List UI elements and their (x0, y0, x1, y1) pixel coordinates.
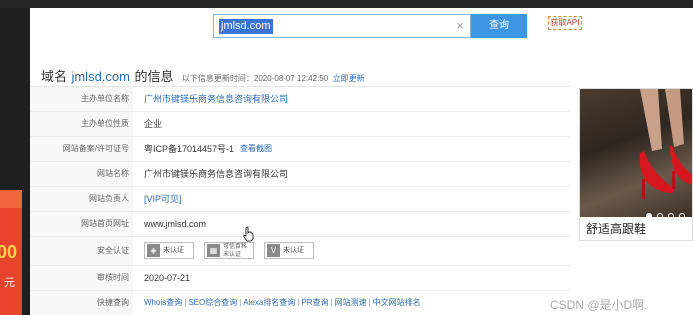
updated-time: 以下信息更新时间：2020-08-07 12:42:50 (181, 74, 329, 83)
badge-text-2: 未认证 (223, 252, 242, 258)
separator: | (368, 298, 371, 307)
high-heel-illustration (639, 89, 692, 199)
speed-test-link[interactable]: 网站测速 (335, 298, 367, 307)
row-label: 主办单位性质 (30, 112, 133, 136)
ad-banner[interactable]: 舒适高跟鞋 (579, 88, 693, 241)
separator: | (297, 298, 300, 307)
homepage-url-value: www.jmlsd.com (144, 219, 207, 229)
seo-link[interactable]: SEO综合查询 (188, 298, 237, 307)
row-homepage-url: 网站首页网址 www.jmlsd.com (30, 212, 570, 237)
chinese-rank-link[interactable]: 中文网站排名 (373, 298, 421, 307)
heading-suffix: 的信息 (134, 69, 174, 84)
carousel-dots[interactable] (646, 206, 690, 217)
carousel-dot[interactable] (668, 213, 674, 217)
heading-prefix: 域名 (41, 69, 68, 84)
separator: | (239, 298, 242, 307)
carousel-dot[interactable] (679, 213, 685, 217)
row-quick-query: 快捷查询 Whois查询 | SEO综合查询 | Alexa排名查询 | PR查询 | 网站测速… (30, 291, 570, 315)
row-label: 快捷查询 (30, 291, 133, 315)
row-security-cert: 安全认证 ◈ 未认证 ▦ 可信百科 未认证 V 未认证 (30, 237, 570, 266)
quick-links: Whois查询 | SEO综合查询 | Alexa排名查询 | PR查询 | 网站测速 | 中文网站… (144, 291, 421, 315)
left-ad-number: 00 (0, 242, 18, 262)
row-label: 安全认证 (30, 237, 133, 265)
badge-text: 未认证 (163, 247, 184, 254)
hand-cursor-icon (243, 226, 254, 242)
search-button[interactable]: 查询 (471, 14, 527, 38)
row-label: 网站名称 (30, 162, 133, 186)
shield-icon: ◈ (147, 244, 160, 257)
carousel-dot[interactable] (646, 213, 652, 217)
row-site-owner: 网站负责人 [VIP可见] (30, 187, 570, 212)
left-side-ad[interactable]: 00 元 (0, 190, 22, 315)
refresh-link[interactable]: 立即更新 (333, 74, 365, 83)
row-label: 网站备案/许可证号 (30, 137, 133, 161)
baike-badge[interactable]: ▦ 可信百科 未认证 (204, 242, 254, 259)
carousel-dot[interactable] (657, 213, 663, 217)
sponsor-name-link[interactable]: 广州市键镁乐商务信息咨询有限公司 (144, 87, 288, 111)
row-site-name: 网站名称 广州市键镁乐商务信息咨询有限公司 (30, 162, 570, 187)
csdn-watermark: CSDN @是小D啊. (550, 298, 648, 312)
domain-heading: 域名 jmlsd.com 的信息 以下信息更新时间：2020-08-07 12:… (41, 66, 365, 86)
pr-link[interactable]: PR查询 (301, 298, 328, 307)
sponsor-type-value: 企业 (144, 119, 163, 129)
get-api-button[interactable]: 获取API (548, 16, 582, 30)
ad-image[interactable] (580, 89, 692, 217)
heading-domain[interactable]: jmlsd.com (71, 69, 130, 84)
vip-visible-link[interactable]: [VIP可见] (144, 187, 182, 211)
badge-text: 未认证 (283, 247, 304, 254)
v-badge[interactable]: V 未认证 (264, 242, 314, 259)
row-label: 网站负责人 (30, 187, 133, 211)
icp-license-value: 粤ICP备17014457号-1 (144, 144, 235, 154)
browser-top-strip (0, 0, 693, 8)
baike-icon: ▦ (207, 244, 220, 257)
row-label: 网站首页网址 (30, 212, 133, 236)
separator: | (330, 298, 333, 307)
ad-caption[interactable]: 舒适高跟鞋 (586, 220, 646, 237)
clear-icon[interactable]: × (456, 18, 464, 34)
view-screenshot-link[interactable]: 查看截图 (240, 137, 272, 161)
row-label: 审核时间 (30, 266, 133, 290)
site-name-value: 广州市键镁乐商务信息咨询有限公司 (144, 169, 289, 179)
v-icon: V (267, 244, 280, 257)
search-input-value[interactable]: jmlsd.com (219, 19, 273, 34)
whois-link[interactable]: Whois查询 (144, 298, 182, 307)
whois-page: jmlsd.com × 查询 获取API 域名 jmlsd.com 的信息 以下… (30, 8, 693, 315)
separator: | (184, 298, 187, 307)
row-icp-license: 网站备案/许可证号 粤ICP备17014457号-1 查看截图 (30, 137, 570, 162)
search-input[interactable]: jmlsd.com × (213, 14, 471, 38)
left-ad-text: 元 (4, 277, 15, 289)
security-badge[interactable]: ◈ 未认证 (144, 242, 194, 259)
row-label: 主办单位名称 (30, 87, 133, 111)
alexa-link[interactable]: Alexa排名查询 (243, 298, 295, 307)
row-sponsor-type: 主办单位性质 企业 (30, 112, 570, 137)
row-review-time: 审核时间 2020-07-21 (30, 266, 570, 291)
review-time-value: 2020-07-21 (144, 273, 191, 283)
left-ad-strip (0, 190, 22, 208)
row-sponsor-name: 主办单位名称 广州市键镁乐商务信息咨询有限公司 (30, 87, 570, 112)
badge-text: 可信百科 (223, 244, 248, 250)
